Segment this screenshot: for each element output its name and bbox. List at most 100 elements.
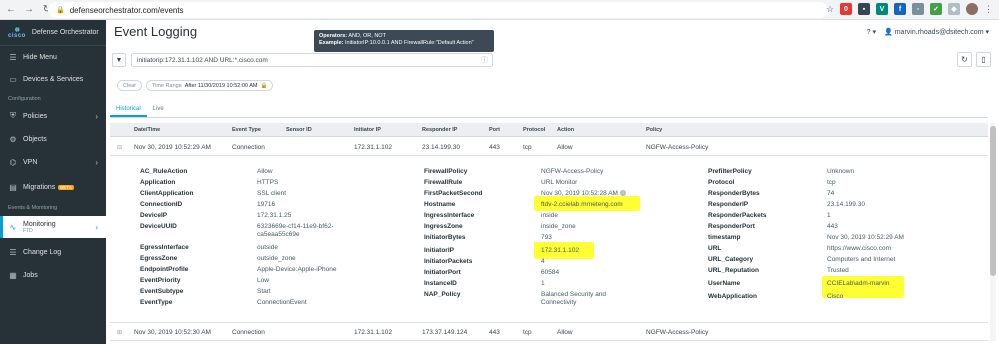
help-icon[interactable]: ? ▾: [867, 28, 876, 36]
sidebar-item-label: Hide Menu: [23, 53, 57, 61]
chevron-right-icon: ›: [95, 111, 98, 121]
cell-responder-ip: 23.14.199.30: [422, 144, 460, 151]
extension-blue-icon[interactable]: f: [894, 3, 906, 15]
detail-label: FirewallPolicy: [424, 168, 468, 175]
sidebar-item-label: VPN: [23, 158, 38, 166]
extension-gray-icon[interactable]: ▫: [912, 3, 924, 15]
cell-policy: NGFW-Access-Policy: [646, 329, 709, 336]
detail-label: IngressZone: [424, 223, 463, 230]
table-row[interactable]: ⊟ Nov 30, 2019 10:52:29 AM Connection 17…: [110, 139, 988, 156]
refresh-button[interactable]: ↻: [957, 52, 972, 67]
column-header[interactable]: Port: [489, 127, 500, 133]
detail-value: Nov 30, 2019 10:52:29 AM: [827, 234, 904, 241]
sidebar-item-label: Monitoring FTD: [23, 220, 56, 234]
sidebar-item-jobs[interactable]: ▦ Jobs: [0, 266, 106, 284]
forward-icon[interactable]: →: [22, 3, 36, 17]
sidebar-item-migrations[interactable]: ▤ Migrations BETA: [0, 178, 106, 196]
lock-icon: 🔒: [260, 82, 268, 89]
detail-label: URL_Category: [708, 256, 754, 263]
detail-value: https://www.cisco.com: [827, 245, 891, 252]
tab-live[interactable]: Live: [147, 106, 170, 117]
cell-action: Allow: [557, 329, 573, 336]
extension-green-icon[interactable]: ✓: [930, 3, 942, 15]
extension-puzzle-icon[interactable]: ◆: [948, 3, 960, 15]
tab-divider: [110, 117, 988, 118]
column-header[interactable]: Policy: [646, 127, 662, 133]
sidebar-item-monitoring[interactable]: ∿ Monitoring FTD ›: [0, 216, 106, 238]
shield-icon: ⛨: [10, 111, 16, 120]
detail-label: ResponderPackets: [708, 212, 767, 219]
column-header[interactable]: Event Type: [232, 127, 261, 133]
sidebar-item-label: Jobs: [23, 271, 38, 279]
column-header[interactable]: Protocol: [523, 127, 545, 133]
star-icon[interactable]: ☆: [826, 4, 834, 15]
detail-label: EventPriority: [140, 277, 181, 284]
beta-badge: BETA: [58, 184, 74, 190]
extension-red-icon[interactable]: 0: [840, 3, 852, 15]
sidebar-item-hide-menu[interactable]: ☰ Hide Menu: [0, 48, 106, 66]
detail-value: Cisco: [827, 293, 844, 300]
user-menu[interactable]: 👤 marvin.rhoads@dsitech.com ▾: [884, 28, 989, 36]
monitoring-icon: ∿: [9, 222, 17, 232]
detail-label: FirewallRule: [424, 179, 463, 186]
detail-value: Allow: [257, 168, 273, 175]
expand-icon[interactable]: ⊞: [117, 329, 122, 336]
sidebar-item-devices[interactable]: ▭ Devices & Services: [0, 70, 106, 88]
brand: ı|ı|ı cisco Defense Orchestrator: [0, 20, 106, 46]
brand-name: Defense Orchestrator: [31, 29, 99, 36]
detail-label: InitiatorIP: [424, 247, 454, 254]
table-header: Date/Time Event Type Sensor ID Initiator…: [110, 123, 988, 137]
sidebar-item-objects[interactable]: ⚙ Objects: [0, 130, 106, 148]
detail-label: Protocol: [708, 179, 735, 186]
collapse-icon[interactable]: ⊟: [117, 144, 122, 151]
detail-label: URL: [708, 245, 722, 252]
back-icon[interactable]: ←: [4, 3, 18, 17]
detail-value: 60584: [541, 269, 560, 276]
column-header[interactable]: Initiator IP: [354, 127, 381, 133]
cell-protocol: tcp: [523, 329, 532, 336]
detail-label: UserName: [708, 280, 741, 287]
time-range-chip[interactable]: Time Range After 11/30/2019 10:52:00 AM …: [146, 80, 274, 91]
detail-value: 172.31.1.25: [257, 212, 292, 219]
detail-label: Application: [140, 179, 176, 186]
browser-toolbar: ← → ↻ 🔒 defenseorchestrator.com/events ☆…: [0, 0, 999, 20]
header-user-area: ? ▾ 👤 marvin.rhoads@dsitech.com ▾: [867, 28, 989, 36]
detail-label: DeviceUUID: [140, 223, 177, 230]
migrations-icon: ▤: [9, 182, 17, 192]
tab-historical[interactable]: Historical: [110, 106, 147, 117]
info-icon[interactable]: ⓘ: [481, 55, 488, 65]
detail-value: tcp: [827, 179, 836, 186]
detail-label: ResponderIP: [708, 201, 749, 208]
detail-label: EventType: [140, 299, 173, 306]
column-header[interactable]: Action: [557, 127, 574, 133]
column-header[interactable]: Date/Time: [134, 127, 160, 133]
filter-button[interactable]: ▼: [112, 53, 126, 67]
detail-label: DeviceIP: [140, 212, 168, 219]
detail-label: EventSubtype: [140, 288, 184, 295]
detail-label: PrefilterPolicy: [708, 168, 752, 175]
url-text: defenseorchestrator.com/events: [69, 5, 184, 15]
profile-avatar[interactable]: [966, 3, 978, 15]
column-header[interactable]: Responder IP: [422, 127, 457, 133]
address-bar[interactable]: 🔒 defenseorchestrator.com/events: [48, 2, 828, 18]
detail-label: timestamp: [708, 234, 741, 241]
scrollbar-thumb[interactable]: [990, 126, 996, 276]
cell-responder-ip: 173.37.149.124: [422, 329, 468, 336]
sidebar-item-policies[interactable]: ⛨ Policies ›: [0, 107, 106, 125]
page-title: Event Logging: [114, 24, 198, 39]
table-row[interactable]: ⊞ Nov 30, 2019 10:52:30 AM Connection 17…: [110, 324, 988, 341]
sidebar-item-change-log[interactable]: ☰ Change Log: [0, 243, 106, 261]
search-input[interactable]: initiatorip:172.31.1.102 AND URL:*.cisco…: [131, 53, 493, 67]
columns-button[interactable]: ▯: [976, 52, 991, 67]
detail-label: InitiatorBytes: [424, 234, 466, 241]
cell-initiator-ip: 172.31.1.102: [354, 329, 392, 336]
column-header[interactable]: Sensor ID: [286, 127, 312, 133]
detail-value: 1: [827, 212, 831, 219]
detail-value: CCIELab\adm-marvin: [827, 280, 890, 287]
browser-menu-icon[interactable]: ⋮: [984, 4, 993, 15]
extension-teal-icon[interactable]: V: [876, 3, 888, 15]
sidebar-item-vpn[interactable]: ⌬ VPN ›: [0, 153, 106, 171]
clear-button[interactable]: Clear: [117, 80, 143, 91]
chevron-right-icon: ›: [95, 157, 98, 167]
extension-dark-icon[interactable]: ▪: [858, 3, 870, 15]
